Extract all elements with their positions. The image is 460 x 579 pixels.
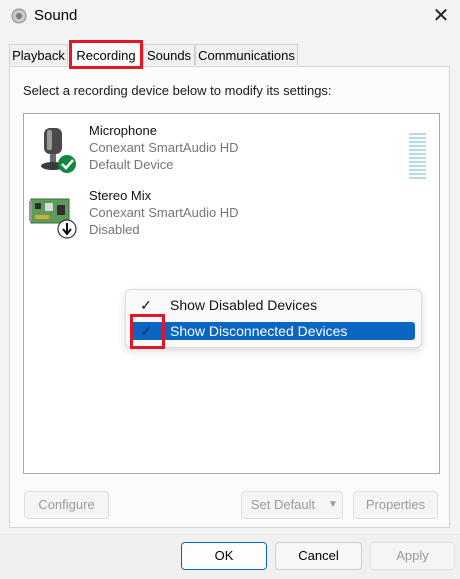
configure-button[interactable]: Configure: [24, 491, 109, 519]
set-default-button[interactable]: Set Default: [241, 491, 325, 519]
window-title: Sound: [34, 7, 78, 24]
disabled-arrow-badge: [57, 219, 77, 239]
sound-card-icon: [29, 198, 77, 239]
instruction-text: Select a recording device below to modif…: [23, 83, 332, 98]
close-button[interactable]: ✕: [424, 2, 458, 30]
list-item-stereo-mix[interactable]: Stereo Mix Conexant SmartAudio HD Disabl…: [24, 188, 434, 248]
ok-button[interactable]: OK: [181, 542, 267, 570]
tab-recording[interactable]: Recording: [69, 42, 143, 66]
device-driver: Conexant SmartAudio HD: [89, 140, 239, 155]
checkmark-icon: ✓: [140, 323, 152, 339]
device-status: Disabled: [89, 222, 140, 237]
close-icon: ✕: [432, 5, 450, 27]
level-meter: [409, 133, 426, 183]
title-bar: Sound ✕: [0, 0, 460, 34]
set-default-dropdown[interactable]: ▼: [324, 491, 343, 519]
list-item-microphone[interactable]: Microphone Conexant SmartAudio HD Defaul…: [24, 123, 434, 183]
device-status: Default Device: [89, 157, 174, 172]
checkmark-icon: ✓: [140, 297, 152, 313]
cancel-button[interactable]: Cancel: [275, 542, 362, 570]
chevron-down-icon: ▼: [328, 499, 338, 510]
tab-communications[interactable]: Communications: [195, 44, 298, 65]
speaker-icon: [11, 8, 27, 24]
menu-item-show-disabled-devices[interactable]: ✓ Show Disabled Devices: [130, 296, 415, 314]
device-name: Microphone: [89, 123, 157, 138]
context-menu: ✓ Show Disabled Devices ✓ Show Disconnec…: [125, 289, 422, 348]
tab-sounds[interactable]: Sounds: [143, 44, 195, 65]
device-name: Stereo Mix: [89, 188, 152, 203]
menu-item-show-disconnected-devices[interactable]: ✓ Show Disconnected Devices: [130, 322, 415, 340]
device-driver: Conexant SmartAudio HD: [89, 205, 239, 220]
default-check-badge: [58, 155, 76, 173]
microphone-icon: [41, 128, 76, 173]
properties-button[interactable]: Properties: [353, 491, 438, 519]
apply-button[interactable]: Apply: [370, 542, 455, 570]
tab-playback[interactable]: Playback: [9, 44, 68, 65]
